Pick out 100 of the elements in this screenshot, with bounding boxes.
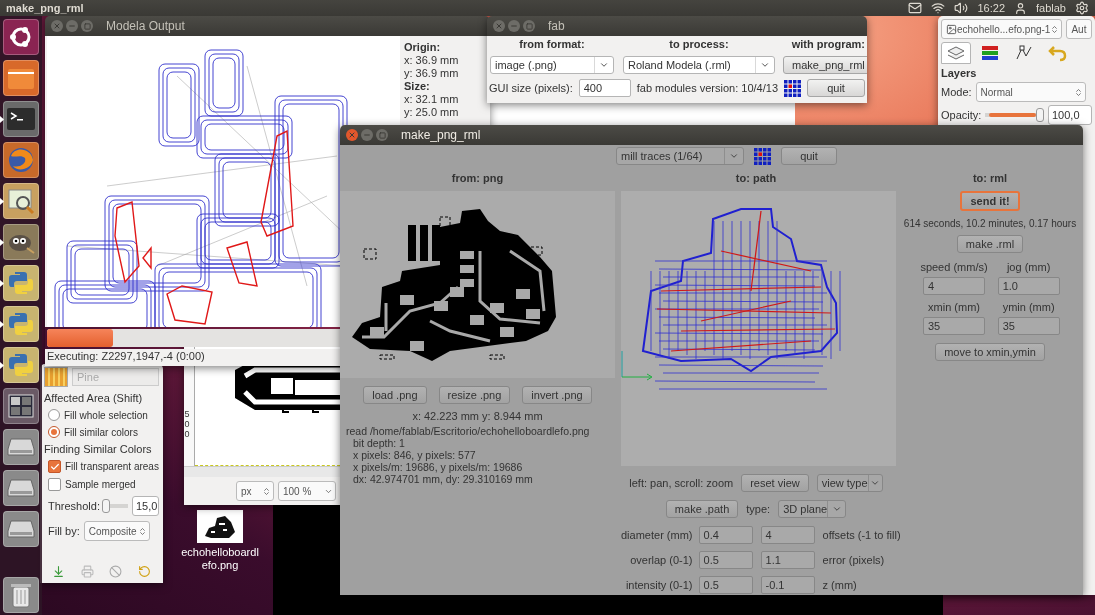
launcher-button[interactable] bbox=[3, 101, 39, 137]
file-thumbnail[interactable] bbox=[197, 510, 243, 543]
launcher-button[interactable] bbox=[3, 183, 39, 219]
radio-button[interactable] bbox=[48, 426, 60, 438]
launcher-button[interactable] bbox=[3, 19, 39, 55]
unit-dropdown[interactable]: px bbox=[236, 481, 274, 501]
minimize-icon bbox=[68, 22, 76, 30]
gui-size-field[interactable]: 400 bbox=[578, 79, 631, 97]
input-field[interactable]: 35 bbox=[923, 317, 985, 335]
format-dropdown[interactable]: image (.png) bbox=[490, 56, 614, 74]
option-label[interactable]: Fill similar colors bbox=[64, 426, 138, 438]
minimize-icon bbox=[363, 131, 371, 139]
option-label[interactable]: Fill transparent areas bbox=[65, 461, 159, 472]
section-label: Finding Similar Colors bbox=[44, 443, 153, 455]
coordinates-text: x: 42.223 mm y: 8.944 mm bbox=[412, 410, 543, 422]
no-entry-icon[interactable] bbox=[109, 565, 123, 578]
parameter-field[interactable]: 4 bbox=[760, 526, 815, 544]
option-label[interactable]: Sample merged bbox=[65, 479, 136, 490]
mail-icon[interactable] bbox=[908, 1, 923, 15]
info-text: x pixels/m: 19686, y pixels/m: 19686 bbox=[353, 461, 524, 473]
info-text: read /home/fablab/Escritorio/echohelloboardlefo.png bbox=[346, 425, 591, 437]
fill-by-dropdown[interactable]: Composite bbox=[83, 521, 150, 541]
clock-text[interactable]: 16:22 bbox=[977, 2, 1005, 14]
parameter-field[interactable]: 0.5 bbox=[698, 551, 753, 569]
parameter-field[interactable]: -0.1 bbox=[760, 576, 815, 594]
drive-icon bbox=[7, 437, 35, 457]
image-dropdown[interactable]: echohello...efo.png-1 bbox=[941, 19, 1063, 39]
radio-button[interactable] bbox=[48, 409, 60, 421]
dock-tab[interactable] bbox=[941, 42, 971, 64]
action-button[interactable]: invert .png bbox=[522, 386, 592, 404]
scrollbar[interactable] bbox=[184, 466, 340, 477]
settings-icon[interactable] bbox=[1075, 1, 1089, 15]
gui-size-label: GUI size (pixels): bbox=[489, 82, 573, 94]
wifi-icon[interactable] bbox=[931, 1, 946, 15]
field-label: xmin (mm) bbox=[928, 301, 980, 313]
parameter-label: diameter (mm) bbox=[621, 529, 693, 541]
process-dropdown[interactable]: Roland Modela (.rml) bbox=[623, 56, 775, 74]
volume-icon[interactable] bbox=[954, 1, 969, 15]
printer-icon[interactable] bbox=[80, 565, 94, 578]
minimize-button[interactable] bbox=[66, 20, 78, 32]
mode-dropdown[interactable]: Normal bbox=[975, 82, 1086, 102]
maximize-button[interactable] bbox=[523, 20, 535, 32]
trash-icon bbox=[10, 582, 32, 608]
parameter-field[interactable]: 0.5 bbox=[698, 576, 753, 594]
mode-label: Mode: bbox=[941, 86, 972, 98]
close-button[interactable] bbox=[51, 20, 63, 32]
zoom-dropdown[interactable]: 100 % bbox=[278, 481, 336, 501]
close-button[interactable] bbox=[493, 20, 505, 32]
send-button[interactable]: send it! bbox=[960, 191, 1020, 211]
logo-icon bbox=[784, 79, 801, 97]
minimize-button[interactable] bbox=[508, 20, 520, 32]
undo-icon bbox=[1048, 44, 1068, 62]
option-label[interactable]: Fill whole selection bbox=[64, 409, 148, 421]
updown-icon bbox=[137, 526, 147, 536]
info-text: x pixels: 846, y pixels: 577 bbox=[353, 449, 477, 461]
parameter-field[interactable]: 0.4 bbox=[698, 526, 753, 544]
pattern-swatch[interactable] bbox=[44, 367, 68, 387]
launcher-button[interactable] bbox=[3, 224, 39, 260]
quit-button[interactable]: quit bbox=[781, 147, 837, 165]
input-field[interactable]: 1.0 bbox=[997, 277, 1060, 295]
move-button[interactable]: move to xmin,ymin bbox=[935, 343, 1045, 361]
input-field[interactable]: 4 bbox=[923, 277, 985, 295]
checkbox[interactable] bbox=[48, 460, 61, 473]
close-button[interactable] bbox=[346, 129, 358, 141]
axis-drawing bbox=[621, 350, 653, 381]
auto-button[interactable]: Aut bbox=[1066, 19, 1092, 39]
launcher-button[interactable] bbox=[3, 388, 39, 424]
type-dropdown[interactable]: 3D plane bbox=[778, 500, 847, 518]
make-rml-button[interactable]: make .rml bbox=[956, 235, 1024, 253]
input-field[interactable]: 35 bbox=[997, 317, 1060, 335]
program-button[interactable]: make_png_rml bbox=[783, 56, 867, 74]
download-icon[interactable] bbox=[51, 565, 65, 578]
reset-view-button[interactable]: reset view bbox=[741, 474, 809, 492]
action-button[interactable]: load .png bbox=[363, 386, 427, 404]
app-title: make_png_rml bbox=[6, 2, 84, 14]
drive-icon bbox=[7, 478, 35, 498]
user-name[interactable]: fablab bbox=[1036, 2, 1066, 14]
opacity-field[interactable]: 100,0 bbox=[1048, 105, 1092, 125]
parameter-label: overlap (0-1) bbox=[629, 554, 693, 566]
caret-icon bbox=[599, 60, 609, 70]
window-title: Modela Output bbox=[106, 19, 185, 33]
workspace-grid-icon bbox=[8, 394, 34, 418]
type-label: type: bbox=[746, 503, 771, 515]
threshold-field[interactable]: 15,0 bbox=[132, 496, 159, 516]
checkbox[interactable] bbox=[48, 478, 61, 491]
info-heading: Size: bbox=[404, 80, 431, 92]
drive-icon bbox=[7, 519, 35, 539]
action-button[interactable]: resize .png bbox=[438, 386, 511, 404]
reset-icon[interactable] bbox=[138, 565, 152, 578]
quit-button[interactable]: quit bbox=[807, 79, 865, 97]
section-label: Affected Area (Shift) bbox=[44, 392, 144, 404]
maximize-button[interactable] bbox=[81, 20, 93, 32]
process-dropdown[interactable]: mill traces (1/64) bbox=[616, 147, 744, 165]
minimize-button[interactable] bbox=[361, 129, 373, 141]
file-name[interactable]: echohelloboardlefo.png bbox=[181, 546, 259, 572]
make-path-button[interactable]: make .path bbox=[665, 500, 739, 518]
view-type-dropdown[interactable]: view type bbox=[816, 474, 883, 492]
updown-icon bbox=[1050, 24, 1060, 34]
maximize-button[interactable] bbox=[376, 129, 388, 141]
parameter-field[interactable]: 1.1 bbox=[760, 551, 815, 569]
